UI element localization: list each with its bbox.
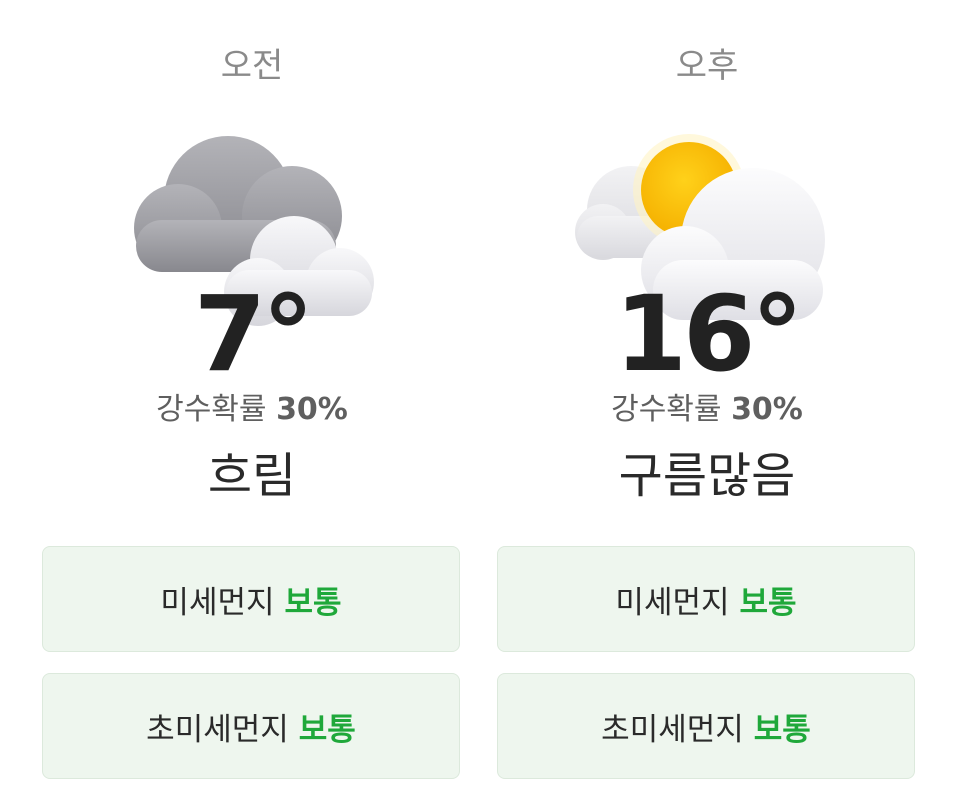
precipitation-value: 30%	[276, 392, 348, 427]
weather-condition: 구름많음	[618, 448, 796, 504]
precipitation-probability: 강수확률 30%	[42, 390, 462, 430]
fine-dust-card[interactable]: 미세먼지 보통	[497, 546, 915, 652]
fine-dust-label: 미세먼지	[160, 584, 275, 621]
fine-dust-card[interactable]: 미세먼지 보통	[42, 546, 460, 652]
precipitation-label: 강수확률	[156, 392, 267, 427]
afternoon-column: 오후 16° 강수확률 30% 구름많음 미세먼지 보통 초미세먼지 보통	[497, 0, 917, 811]
ultrafine-dust-label: 초미세먼지	[601, 711, 744, 748]
ultrafine-dust-card[interactable]: 초미세먼지 보통	[42, 673, 460, 779]
fine-dust-status: 보통	[739, 584, 797, 621]
morning-column: 오전 7° 강수확률 30% 흐림 미세먼지 보통 초미세먼지 보통	[42, 0, 462, 811]
precipitation-value: 30%	[731, 392, 803, 427]
period-label: 오후	[675, 46, 739, 86]
ultrafine-dust-label: 초미세먼지	[146, 711, 289, 748]
period-label: 오전	[220, 46, 284, 86]
ultrafine-dust-status: 보통	[753, 711, 811, 748]
fine-dust-label: 미세먼지	[615, 584, 730, 621]
forecast-panel: 오전 7° 강수확률 30% 흐림 미세먼지 보통 초미세먼지 보통 오후 16…	[0, 0, 960, 811]
temperature: 7°	[193, 273, 314, 395]
fine-dust-status: 보통	[284, 584, 342, 621]
precipitation-label: 강수확률	[611, 392, 722, 427]
weather-condition: 흐림	[207, 448, 297, 504]
ultrafine-dust-status: 보통	[298, 711, 356, 748]
temperature: 16°	[614, 273, 804, 395]
ultrafine-dust-card[interactable]: 초미세먼지 보통	[497, 673, 915, 779]
precipitation-probability: 강수확률 30%	[497, 390, 917, 430]
